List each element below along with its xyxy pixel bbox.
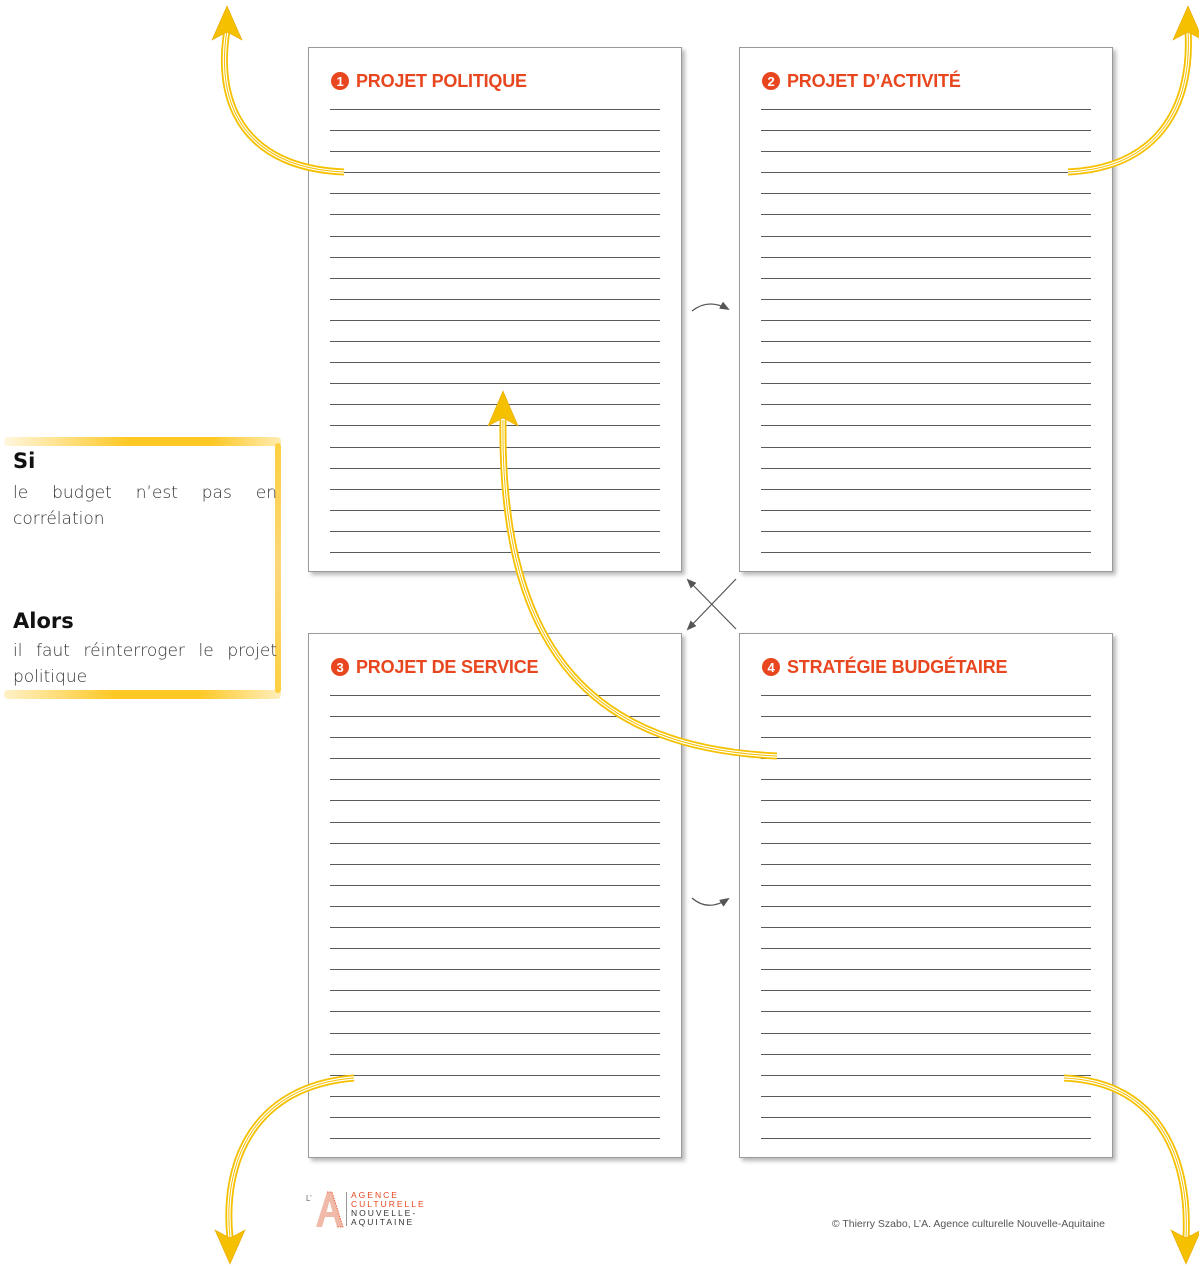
arrow-1-to-2 [691, 301, 730, 312]
yellow-arrow-top-left [211, 5, 345, 176]
logo-mark: L’ [306, 1194, 312, 1203]
arrow-3-to-4 [691, 897, 730, 907]
yellow-arrow-top-right [1067, 5, 1199, 176]
arrows-overlay [211, 5, 1199, 1265]
logo-line-4: AQUITAINE [351, 1217, 415, 1227]
yellow-arrow-budget-to-politique [487, 390, 778, 760]
yellow-arrow-bottom-right [1063, 1074, 1199, 1265]
footer-credit: © Thierry Szabo, L’A. Agence culturelle … [831, 1218, 1105, 1230]
logo-divider [346, 1192, 347, 1226]
agence-culturelle-logo: L’ AGENCE CULTURELLE NOUVELLE- AQUITAINE [306, 1188, 436, 1238]
logo-a-icon [316, 1191, 344, 1228]
